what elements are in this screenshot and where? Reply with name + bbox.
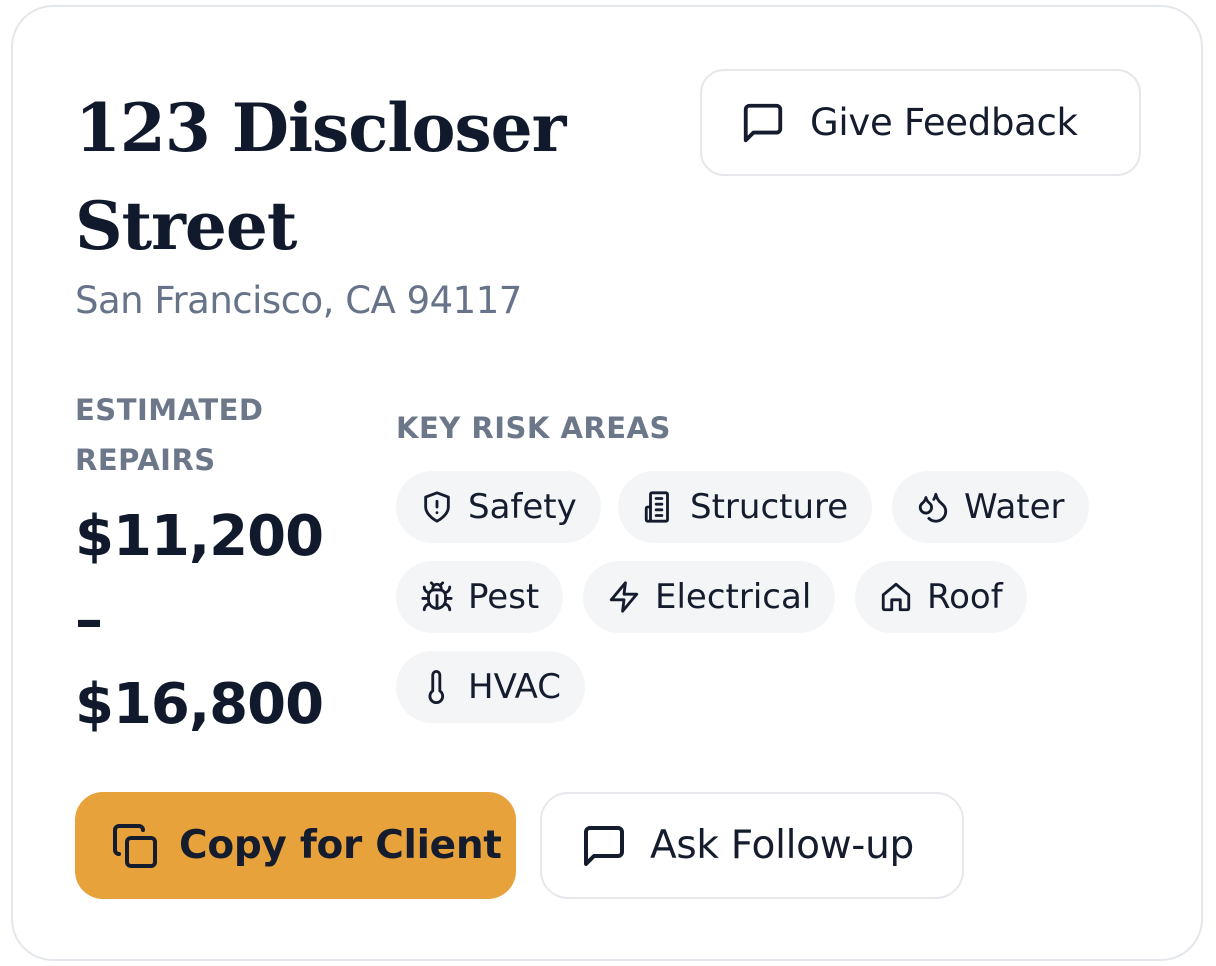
shield-alert-icon <box>424 491 450 523</box>
message-square-icon <box>584 825 624 866</box>
building-icon <box>644 491 669 523</box>
risk-chip-label: Water <box>964 487 1065 527</box>
risk-chip-hvac: HVAC <box>396 651 586 723</box>
property-address: San Francisco, CA 94117 <box>75 279 522 322</box>
risk-chip-roof: Roof <box>855 561 1027 633</box>
risk-chip-label: Safety <box>468 487 577 527</box>
key-risk-areas-label: KEY RISK AREAS <box>396 411 671 445</box>
give-feedback-button[interactable]: Give Feedback <box>700 69 1141 176</box>
risk-chip-structure: Structure <box>618 471 873 543</box>
estimate-separator: – <box>75 588 103 653</box>
give-feedback-label: Give Feedback <box>810 101 1078 144</box>
risk-chip-label: Pest <box>468 577 540 617</box>
droplets-icon <box>918 492 948 523</box>
risk-chip-pest: Pest <box>396 561 564 633</box>
risk-chip-label: Electrical <box>655 577 812 617</box>
ask-follow-up-button[interactable]: Ask Follow-up <box>540 792 964 899</box>
risk-chip-safety: Safety <box>396 471 601 543</box>
property-summary-card: 123 Discloser Street San Francisco, CA 9… <box>11 5 1203 961</box>
bug-icon <box>421 581 453 612</box>
risk-chip-electrical: Electrical <box>583 561 836 633</box>
copy-for-client-button[interactable]: Copy for Client <box>75 792 516 899</box>
estimated-repairs-label: ESTIMATED REPAIRS <box>75 393 264 477</box>
estimate-high: $16,800 <box>75 672 324 737</box>
ask-follow-up-label: Ask Follow-up <box>650 823 914 868</box>
estimate-low: $11,200 <box>75 504 324 569</box>
message-square-icon <box>743 103 783 142</box>
risk-chip-water: Water <box>892 471 1089 543</box>
estimated-repairs-value: $11,200 – $16,800 <box>75 495 345 747</box>
risk-chip-label: HVAC <box>468 667 562 707</box>
zap-icon <box>609 581 639 613</box>
property-title: 123 Discloser Street <box>75 89 566 265</box>
home-icon <box>881 582 911 612</box>
risk-chip-label: Roof <box>927 577 1003 617</box>
copy-icon <box>113 823 157 868</box>
risk-chip-label: Structure <box>690 487 849 527</box>
copy-for-client-label: Copy for Client <box>179 823 502 868</box>
thermometer-icon <box>428 670 445 704</box>
